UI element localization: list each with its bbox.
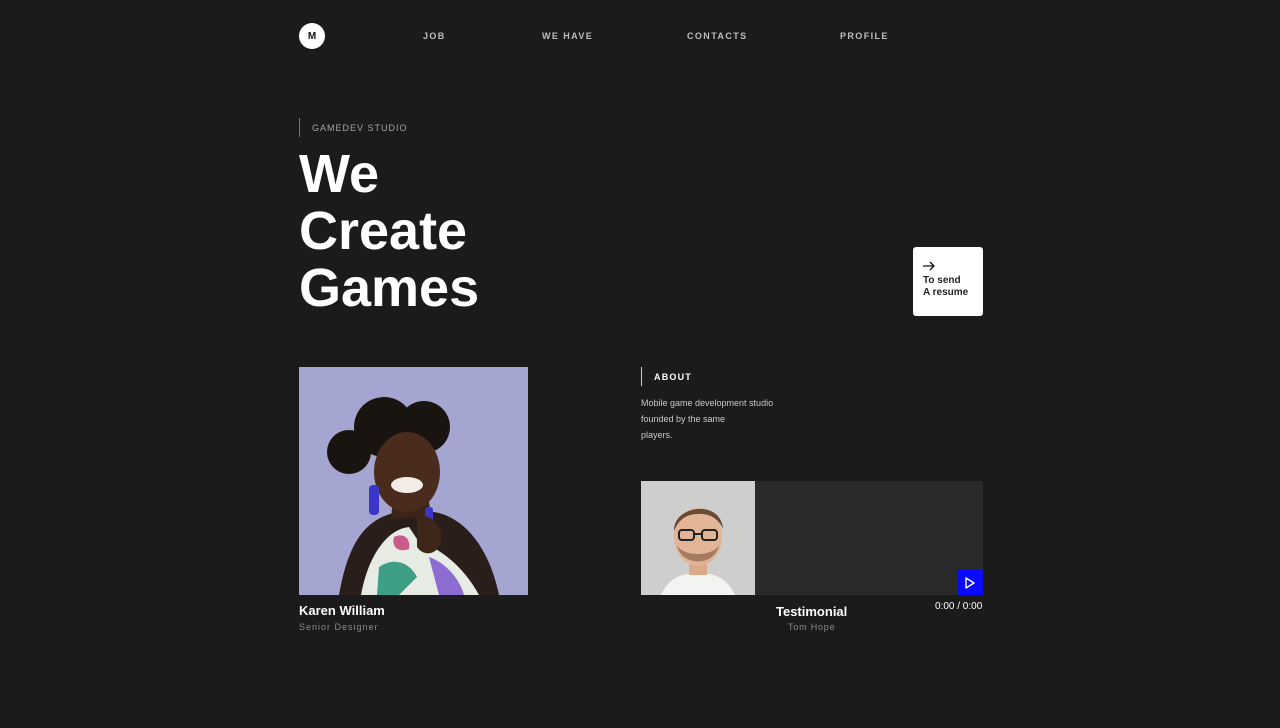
about-text-line: players. — [641, 430, 673, 440]
play-icon — [965, 576, 975, 589]
logo[interactable]: M — [299, 23, 325, 49]
arrow-right-icon — [923, 261, 935, 271]
page: M JOB WE HAVE CONTACTS PROFILE GAMEDEV S… — [0, 0, 1280, 728]
testimonial-title: Testimonial — [776, 604, 848, 619]
hero-title-line: Create — [299, 201, 468, 261]
video-time-display: 0:00 / 0:00 — [935, 601, 983, 612]
portrait-illustration — [299, 367, 528, 595]
about-heading: ABOUT — [641, 367, 692, 386]
nav-job[interactable]: JOB — [423, 31, 446, 41]
about-description: Mobile game development studio founded b… — [641, 395, 781, 443]
about-text-line: Mobile game development studio — [641, 398, 774, 408]
team-member-role: Senior Designer — [299, 622, 379, 632]
send-resume-button[interactable]: To send A resume — [913, 247, 983, 316]
hero-eyebrow: GAMEDEV STUDIO — [299, 118, 408, 137]
play-button[interactable] — [957, 570, 983, 595]
nav-profile[interactable]: PROFILE — [840, 31, 889, 41]
testimonial-person-illustration — [641, 481, 755, 595]
testimonial-author: Tom Hope — [788, 622, 836, 632]
testimonial-video-thumbnail — [641, 481, 755, 595]
team-member-photo — [299, 367, 528, 595]
testimonial-video-player[interactable] — [641, 481, 983, 595]
team-member-name: Karen William — [299, 603, 385, 618]
resume-card-label: A resume — [923, 286, 969, 298]
hero-title-line: We — [299, 144, 380, 204]
about-text-line: founded by the same — [641, 414, 726, 424]
nav-contacts[interactable]: CONTACTS — [687, 31, 748, 41]
hero-title: We Create Games — [299, 146, 479, 317]
hero-title-line: Games — [299, 258, 480, 318]
resume-card-label: To send — [923, 275, 961, 286]
nav-we-have[interactable]: WE HAVE — [542, 31, 593, 41]
